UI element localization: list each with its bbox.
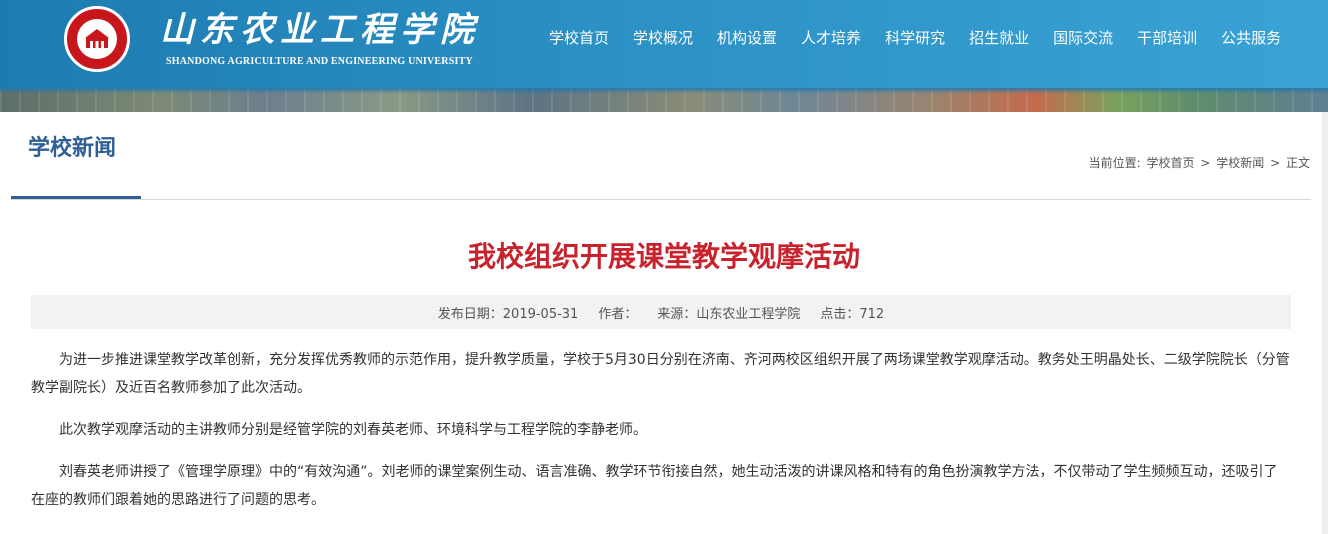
nav-item-education[interactable]: 人才培养 [789, 27, 873, 49]
university-name-en: SHANDONG AGRICULTURE AND ENGINEERING UNI… [166, 56, 473, 67]
article-paragraph: 刘春英老师讲授了《管理学原理》中的“有效沟通”。刘老师的课堂案例生动、语言准确、… [31, 464, 1278, 508]
university-name-cn[interactable]: 山东农业工程学院 [160, 8, 480, 52]
breadcrumb-item-home[interactable]: 学校首页 [1147, 156, 1195, 170]
site-header: 山东农业工程学院 SHANDONG AGRICULTURE AND ENGINE… [0, 0, 1328, 112]
breadcrumb-item-current: 正文 [1285, 156, 1310, 170]
section-header: 学校新闻 当前位置: 学校首页 > 学校新闻 > 正文 [11, 112, 1311, 200]
content-area: 学校新闻 当前位置: 学校首页 > 学校新闻 > 正文 我校组织开展课堂教学观摩… [0, 112, 1328, 534]
article-body: 为进一步推进课堂教学改革创新，充分发挥优秀教师的示范作用，提升教学质量，学校于5… [31, 346, 1291, 528]
nav-item-international[interactable]: 国际交流 [1041, 27, 1125, 49]
breadcrumb-prefix: 当前位置: [1088, 156, 1141, 170]
nav-item-services[interactable]: 公共服务 [1209, 27, 1293, 49]
seal-center [77, 19, 117, 59]
university-seal-logo[interactable] [64, 6, 130, 72]
section-title: 学校新闻 [11, 134, 141, 199]
main-nav: 学校首页 学校概况 机构设置 人才培养 科学研究 招生就业 国际交流 干部培训 … [537, 27, 1293, 49]
breadcrumb-separator: > [1200, 156, 1211, 170]
nav-item-organization[interactable]: 机构设置 [705, 27, 789, 49]
publish-date: 发布日期：2019-05-31 [437, 306, 579, 322]
author: 作者： [598, 306, 638, 322]
article-meta: 发布日期：2019-05-31 作者： 来源：山东农业工程学院 点击：712 [31, 295, 1291, 329]
breadcrumb: 当前位置: 学校首页 > 学校新闻 > 正文 [1088, 154, 1311, 171]
source: 来源：山东农业工程学院 [657, 306, 801, 322]
view-count: 点击：712 [820, 306, 885, 322]
article-paragraph: 此次教学观摩活动的主讲教师分别是经管学院的刘春英老师、环境科学与工程学院的李静老… [59, 422, 647, 438]
page-scrollbar[interactable] [1322, 112, 1328, 534]
nav-item-training[interactable]: 干部培训 [1125, 27, 1209, 49]
building-emblem-icon [85, 29, 109, 48]
campus-banner-image [0, 88, 1328, 112]
article-paragraph: 为进一步推进课堂教学改革创新，充分发挥优秀教师的示范作用，提升教学质量，学校于5… [31, 352, 1290, 396]
breadcrumb-separator: > [1270, 156, 1281, 170]
nav-item-home[interactable]: 学校首页 [537, 27, 621, 49]
nav-item-research[interactable]: 科学研究 [873, 27, 957, 49]
breadcrumb-item-news[interactable]: 学校新闻 [1216, 156, 1264, 170]
article-title: 我校组织开展课堂教学观摩活动 [467, 240, 860, 273]
nav-item-overview[interactable]: 学校概况 [621, 27, 705, 49]
nav-item-admissions[interactable]: 招生就业 [957, 27, 1041, 49]
